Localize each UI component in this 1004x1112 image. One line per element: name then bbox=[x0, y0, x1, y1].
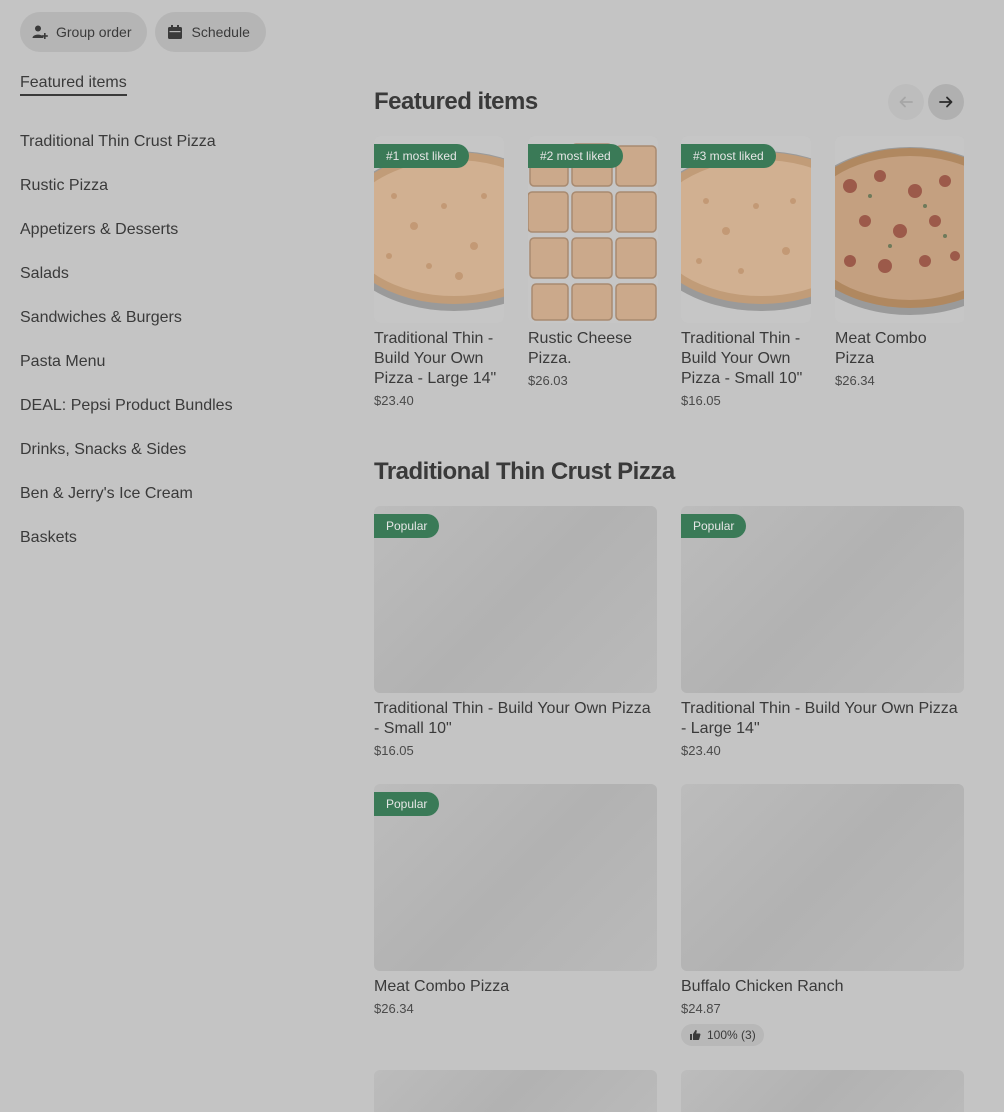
item-image-placeholder bbox=[681, 1070, 964, 1112]
rating-text: 100% (3) bbox=[707, 1028, 756, 1042]
featured-item-card[interactable]: Meat Combo Pizza $26.34 bbox=[835, 136, 964, 388]
nav-item-drinks-snacks-sides[interactable]: Drinks, Snacks & Sides bbox=[20, 428, 340, 472]
featured-item-card[interactable]: #3 most liked Traditional Thin - Build Y… bbox=[681, 136, 811, 408]
pizza-image: #2 most liked bbox=[528, 136, 658, 323]
schedule-button[interactable]: Schedule bbox=[155, 12, 266, 52]
nav-item-label: Baskets bbox=[20, 529, 77, 546]
popular-badge: Popular bbox=[681, 514, 747, 538]
nav-item-baskets[interactable]: Baskets bbox=[20, 516, 340, 560]
item-price: $26.34 bbox=[374, 1001, 414, 1016]
rank-badge: #3 most liked bbox=[681, 144, 776, 168]
item-image-placeholder: Popular bbox=[374, 506, 657, 693]
carousel-next-button[interactable] bbox=[928, 84, 964, 120]
nav-item-traditional-thin-crust[interactable]: Traditional Thin Crust Pizza bbox=[20, 120, 340, 164]
nav-item-label: Featured items bbox=[20, 74, 127, 96]
item-name: Rustic Cheese Pizza. bbox=[528, 330, 633, 367]
nav-item-featured-items[interactable]: Featured items bbox=[20, 74, 340, 96]
arrow-left-icon bbox=[899, 96, 913, 108]
item-image-placeholder bbox=[374, 1070, 657, 1112]
item-name: Traditional Thin - Build Your Own Pizza … bbox=[681, 700, 958, 737]
item-price: $24.87 bbox=[681, 1001, 721, 1016]
menu-item-card[interactable]: Popular Traditional Thin - Build Your Ow… bbox=[681, 506, 964, 758]
menu-item-card[interactable]: Popular Meat Combo Pizza $26.34 bbox=[374, 784, 657, 1016]
nav-item-pasta-menu[interactable]: Pasta Menu bbox=[20, 340, 340, 384]
nav-item-label: Pasta Menu bbox=[20, 353, 106, 370]
carousel-prev-button[interactable] bbox=[888, 84, 924, 120]
rank-badge: #2 most liked bbox=[528, 144, 623, 168]
item-image-placeholder: Popular bbox=[374, 784, 657, 971]
top-actions: Group order Schedule bbox=[20, 12, 266, 52]
nav-item-label: Salads bbox=[20, 265, 69, 282]
item-price: $23.40 bbox=[374, 393, 414, 408]
carousel-arrows bbox=[888, 84, 964, 120]
item-price: $16.05 bbox=[681, 393, 721, 408]
thin-crust-section-title: Traditional Thin Crust Pizza bbox=[374, 458, 675, 485]
item-price: $16.05 bbox=[374, 743, 414, 758]
pizza-image: #1 most liked bbox=[374, 136, 504, 323]
nav-item-label: Ben & Jerry's Ice Cream bbox=[20, 485, 193, 502]
nav-item-label: Sandwiches & Burgers bbox=[20, 309, 182, 326]
pizza-image: #3 most liked bbox=[681, 136, 811, 323]
item-name: Buffalo Chicken Ranch bbox=[681, 978, 844, 995]
featured-item-card[interactable]: #2 most liked Rustic Cheese Pizza. $26.0… bbox=[528, 136, 658, 388]
item-name: Meat Combo Pizza bbox=[374, 978, 510, 995]
item-price: $23.40 bbox=[681, 743, 721, 758]
nav-item-label: Traditional Thin Crust Pizza bbox=[20, 133, 216, 150]
popular-badge: Popular bbox=[374, 792, 440, 816]
item-name: Traditional Thin - Build Your Own Pizza … bbox=[374, 700, 651, 737]
nav-item-rustic-pizza[interactable]: Rustic Pizza bbox=[20, 164, 340, 208]
menu-item-card[interactable]: Buffalo Chicken Ranch $24.87 100% (3) bbox=[681, 784, 964, 1046]
item-image-placeholder: Popular bbox=[681, 506, 964, 693]
menu-item-card[interactable]: Popular Traditional Thin - Build Your Ow… bbox=[374, 506, 657, 758]
featured-section-title: Featured items bbox=[374, 88, 538, 115]
nav-item-ice-cream[interactable]: Ben & Jerry's Ice Cream bbox=[20, 472, 340, 516]
nav-item-label: Drinks, Snacks & Sides bbox=[20, 441, 187, 458]
nav-item-label: DEAL: Pepsi Product Bundles bbox=[20, 397, 233, 414]
rating-badge: 100% (3) bbox=[681, 1024, 764, 1046]
nav-item-pepsi-bundles[interactable]: DEAL: Pepsi Product Bundles bbox=[20, 384, 340, 428]
item-price: $26.34 bbox=[835, 373, 875, 388]
add-person-icon bbox=[32, 24, 48, 40]
menu-item-card[interactable] bbox=[374, 1070, 657, 1112]
thumbs-up-icon bbox=[690, 1030, 701, 1040]
item-name: Traditional Thin - Build Your Own Pizza … bbox=[681, 330, 803, 387]
item-name: Traditional Thin - Build Your Own Pizza … bbox=[374, 330, 497, 387]
group-order-button[interactable]: Group order bbox=[20, 12, 148, 52]
item-name: Meat Combo Pizza bbox=[835, 330, 927, 367]
rank-badge: #1 most liked bbox=[374, 144, 469, 168]
nav-item-sandwiches-burgers[interactable]: Sandwiches & Burgers bbox=[20, 296, 340, 340]
category-nav: Featured items Traditional Thin Crust Pi… bbox=[20, 74, 340, 560]
nav-item-label: Rustic Pizza bbox=[20, 177, 109, 194]
calendar-icon bbox=[167, 24, 183, 40]
nav-item-appetizers-desserts[interactable]: Appetizers & Desserts bbox=[20, 208, 340, 252]
item-price: $26.03 bbox=[528, 373, 568, 388]
popular-badge: Popular bbox=[374, 514, 440, 538]
pizza-image bbox=[835, 136, 964, 323]
schedule-label: Schedule bbox=[191, 24, 250, 40]
featured-carousel: #1 most liked Traditional Thin - Build Y… bbox=[374, 136, 964, 426]
nav-item-label: Appetizers & Desserts bbox=[20, 221, 179, 238]
item-image-placeholder bbox=[681, 784, 964, 971]
nav-item-salads[interactable]: Salads bbox=[20, 252, 340, 296]
featured-item-card[interactable]: #1 most liked Traditional Thin - Build Y… bbox=[374, 136, 504, 408]
menu-item-card[interactable] bbox=[681, 1070, 964, 1112]
arrow-right-icon bbox=[939, 96, 953, 108]
group-order-label: Group order bbox=[56, 24, 132, 40]
